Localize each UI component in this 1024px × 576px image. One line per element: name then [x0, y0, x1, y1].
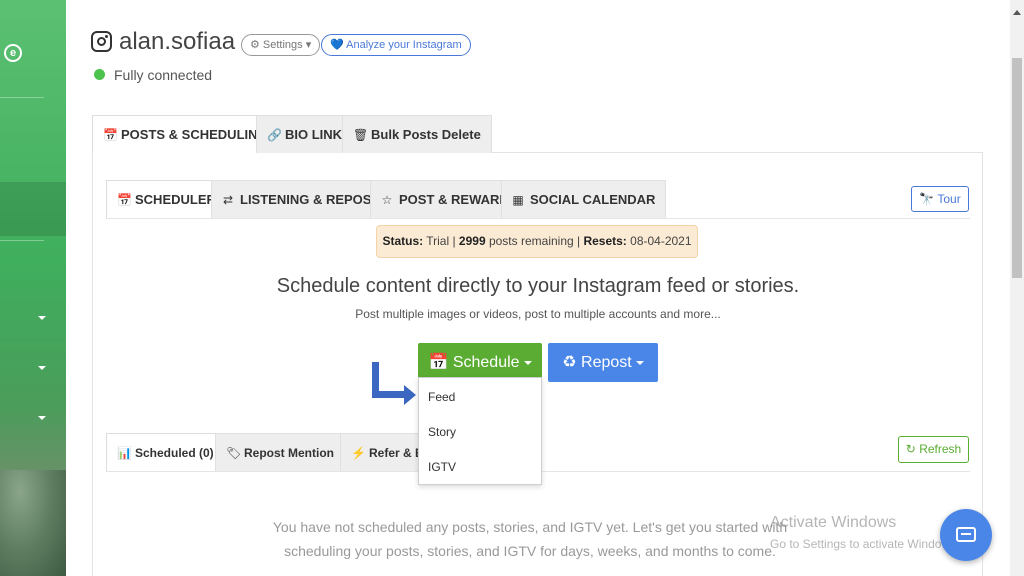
tab-label: POST & REWARD — [399, 192, 509, 207]
tour-label: Tour — [937, 192, 961, 206]
status-label: Status: — [382, 234, 424, 248]
dropdown-item-feed[interactable]: Feed — [428, 390, 455, 404]
analyze-instagram-button[interactable]: 💙 Analyze your Instagram — [321, 34, 471, 56]
tab-repost-mention[interactable]: 🏷 Repost Mention — [215, 433, 345, 471]
empty-state-message: You have not scheduled any posts, storie… — [230, 515, 830, 563]
annotation-arrow-head — [404, 385, 416, 405]
binoculars-icon: 🔭 — [919, 192, 935, 206]
tab-scheduled[interactable]: 📊 Scheduled (0) — [106, 433, 225, 471]
star-icon: ☆ — [381, 193, 393, 207]
instagram-icon — [91, 31, 112, 52]
posts-remaining-count: 2999 — [458, 234, 486, 248]
dropdown-item-story[interactable]: Story — [428, 425, 456, 439]
chevron-down-icon[interactable] — [38, 416, 46, 420]
empty-state-line-1: You have not scheduled any posts, storie… — [272, 519, 788, 535]
tab-listening-repost[interactable]: ⇄ LISTENING & REPOST — [211, 180, 391, 218]
chevron-down-icon[interactable] — [38, 366, 46, 370]
recycle-icon: ♻ — [562, 354, 577, 371]
calendar-check-icon: 📅 — [428, 354, 449, 371]
connection-status-text: Fully connected — [114, 67, 213, 83]
scrollbar-thumb[interactable] — [1012, 58, 1022, 278]
tab-social-calendar[interactable]: ▦ SOCIAL CALENDAR — [501, 180, 667, 218]
schedule-label: Schedule — [452, 354, 520, 371]
schedule-dropdown-menu: Feed Story IGTV — [418, 377, 542, 485]
connection-status-dot — [94, 69, 105, 80]
status-badge: Status: Trial | 2999 posts remaining | R… — [376, 225, 698, 258]
calendar-check-icon: 📅 — [117, 193, 132, 207]
page-scrollbar[interactable] — [1010, 0, 1024, 576]
resets-value: 08-04-2021 — [626, 234, 692, 248]
chat-icon — [956, 527, 976, 542]
sidebar-divider — [0, 97, 44, 98]
sidebar-background-image — [0, 470, 66, 576]
tab-label: Scheduled (0) — [135, 446, 214, 460]
tab-bio-link[interactable]: 🔗 BIO LINK — [256, 115, 354, 153]
tab-post-reward[interactable]: ☆ POST & REWARD — [370, 180, 520, 218]
empty-state-line-2: scheduling your posts, stories, and IGTV… — [284, 543, 776, 559]
page-subheadline: Post multiple images or videos, post to … — [355, 307, 721, 321]
posts-remaining-text: posts remaining | — [485, 234, 584, 248]
tour-button[interactable]: 🔭 Tour — [911, 186, 969, 212]
tab-label: POSTS & SCHEDULING — [121, 127, 268, 142]
chat-widget-button[interactable] — [940, 509, 992, 561]
retweet-icon: ⇄ — [222, 193, 234, 207]
tab-label: Bulk Posts Delete — [371, 127, 481, 142]
repost-label: Repost — [581, 354, 632, 371]
sidebar-divider — [0, 240, 44, 241]
tab-divider — [106, 218, 970, 219]
tab-scheduler[interactable]: 📅 SCHEDULER — [106, 180, 227, 218]
scroll-up-icon[interactable] — [1013, 10, 1021, 15]
windows-watermark-subtitle: Go to Settings to activate Windows. — [770, 537, 960, 551]
refresh-label: Refresh — [919, 442, 962, 456]
page-headline: Schedule content directly to your Instag… — [276, 275, 800, 297]
tab-refer-earn[interactable]: ⚡Refer & Ea — [340, 433, 420, 471]
tab-label: SOCIAL CALENDAR — [530, 192, 656, 207]
tab-posts-scheduling[interactable]: 📅 POSTS & SCHEDULING — [92, 115, 279, 153]
tab-bulk-posts-delete[interactable]: 🗑 Bulk Posts Delete — [342, 115, 492, 153]
chevron-down-icon — [635, 360, 644, 365]
account-username: alan.sofiaa — [119, 28, 236, 55]
sidebar: e — [0, 0, 66, 576]
resets-label: Resets: — [583, 234, 627, 248]
calendar-icon: ▦ — [512, 193, 524, 207]
settings-button[interactable]: ⚙ Settings ▾ — [241, 34, 321, 56]
bolt-icon: ⚡ — [351, 446, 366, 460]
windows-watermark-title: Activate Windows — [770, 514, 897, 531]
repost-button[interactable]: ♻ Repost — [548, 343, 658, 382]
refresh-icon: ↻ — [905, 442, 916, 456]
tab-label: Refer & Ea — [369, 446, 419, 460]
refresh-button[interactable]: ↻ Refresh — [898, 436, 969, 463]
dropdown-item-igtv[interactable]: IGTV — [428, 460, 456, 474]
tab-label: SCHEDULER — [135, 192, 216, 207]
sidebar-active-item[interactable] — [0, 182, 66, 236]
tab-label: BIO LINK — [285, 127, 343, 142]
status-value: Trial | — [423, 234, 459, 248]
annotation-arrow — [372, 391, 405, 398]
link-icon: 🔗 — [267, 128, 282, 142]
bar-chart-icon: 📊 — [117, 446, 132, 460]
tab-label: LISTENING & REPOST — [240, 192, 380, 207]
chevron-down-icon — [523, 360, 532, 365]
app-logo-icon[interactable]: e — [4, 44, 22, 62]
tag-icon: 🏷 — [226, 446, 242, 460]
chevron-down-icon[interactable] — [38, 316, 46, 320]
calendar-check-icon: 📅 — [103, 128, 118, 142]
tab-label: Repost Mention — [244, 446, 334, 460]
trash-icon: 🗑 — [353, 128, 369, 142]
